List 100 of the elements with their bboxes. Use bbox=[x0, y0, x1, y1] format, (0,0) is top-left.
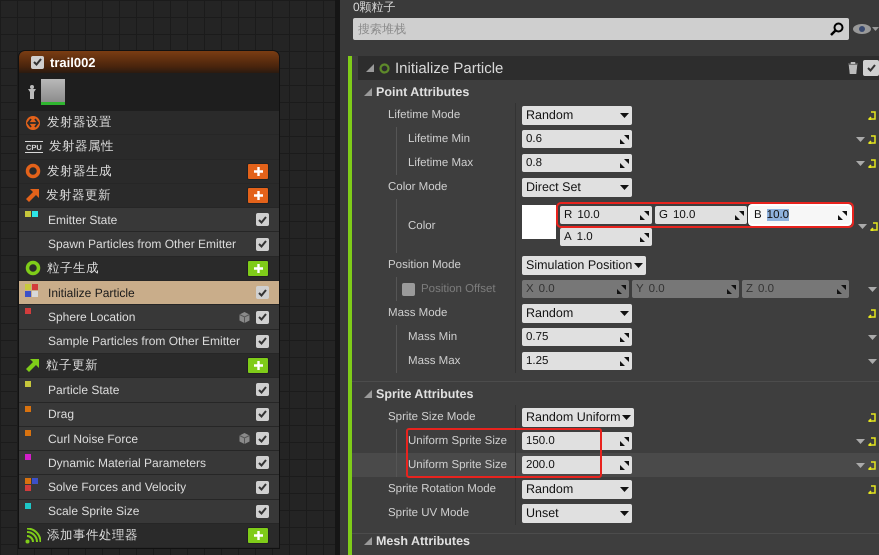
caret-icon[interactable] bbox=[868, 334, 877, 340]
number-field[interactable]: 150.0 bbox=[522, 432, 632, 450]
module-row[interactable]: Drag bbox=[19, 402, 279, 427]
number-field[interactable]: 0.8 bbox=[522, 154, 632, 172]
property-label: Position Mode bbox=[388, 259, 461, 271]
module-label: Particle State bbox=[47, 382, 120, 397]
plus-icon bbox=[252, 360, 264, 372]
number-field[interactable]: 1.25 bbox=[522, 352, 632, 370]
property-label: Position Offset bbox=[421, 283, 496, 295]
plus-icon bbox=[252, 530, 264, 542]
number-field[interactable]: R 10.0 bbox=[560, 206, 652, 224]
particle-count: 0颗粒子 bbox=[352, 0, 397, 16]
module-row[interactable]: Sphere Location bbox=[19, 305, 279, 330]
reset-arrow-icon[interactable] bbox=[868, 484, 877, 494]
module-row[interactable]: Particle State bbox=[19, 378, 279, 403]
reset-arrow-icon[interactable] bbox=[868, 158, 877, 168]
mode-dropdown[interactable]: Random bbox=[522, 106, 632, 124]
module-label: Solve Forces and Velocity bbox=[47, 480, 188, 494]
caret-icon[interactable] bbox=[856, 438, 865, 444]
add-module-button[interactable] bbox=[247, 357, 269, 374]
enable-checkbox[interactable] bbox=[256, 432, 269, 445]
caret-icon[interactable] bbox=[868, 358, 877, 364]
module-row[interactable]: Curl Noise Force bbox=[19, 426, 279, 452]
enable-checkbox[interactable] bbox=[256, 456, 269, 470]
add-module-button[interactable] bbox=[247, 162, 269, 180]
drag-handle-icon[interactable] bbox=[735, 210, 744, 220]
number-field[interactable]: 0.75 bbox=[522, 328, 632, 346]
module-row[interactable]: Spawn Particles from Other Emitter bbox=[19, 232, 279, 257]
enable-checkbox[interactable] bbox=[31, 56, 44, 68]
drag-handle-icon[interactable] bbox=[620, 460, 629, 470]
reset-arrow-icon[interactable] bbox=[868, 460, 877, 470]
module-row[interactable]: Solve Forces and Velocity bbox=[19, 475, 279, 500]
enable-checkbox[interactable] bbox=[256, 480, 269, 494]
caret-icon bbox=[620, 184, 629, 190]
module-row[interactable]: Initialize Particle bbox=[19, 281, 279, 306]
collapse-arrow-icon[interactable] bbox=[364, 390, 372, 398]
mode-dropdown[interactable]: Simulation Position bbox=[522, 256, 646, 274]
checkmark-icon bbox=[258, 386, 267, 394]
eye-icon[interactable] bbox=[853, 23, 879, 35]
collapse-arrow-icon[interactable] bbox=[364, 537, 372, 545]
caret-icon[interactable] bbox=[856, 136, 865, 142]
number-field[interactable]: 200.0 bbox=[522, 456, 632, 474]
enable-checkbox[interactable] bbox=[256, 310, 269, 324]
property-label: Sprite UV Mode bbox=[388, 507, 470, 519]
number-field[interactable]: B 10.0 bbox=[750, 206, 850, 224]
reset-arrow-icon[interactable] bbox=[870, 222, 879, 230]
section-title: Point Attributes bbox=[376, 84, 470, 98]
drag-handle-icon[interactable] bbox=[640, 232, 649, 242]
property-label: Uniform Sprite Size bbox=[408, 435, 508, 447]
search-field[interactable]: 搜索堆栈 bbox=[353, 18, 849, 40]
caret-icon bbox=[620, 310, 629, 316]
enable-checkbox[interactable] bbox=[863, 60, 879, 76]
color-swatch[interactable] bbox=[522, 205, 556, 239]
reset-arrow-icon[interactable] bbox=[868, 412, 877, 422]
drag-handle-icon[interactable] bbox=[620, 134, 629, 144]
trash-icon[interactable] bbox=[848, 62, 858, 74]
enable-checkbox[interactable] bbox=[256, 334, 269, 348]
enable-checkbox[interactable] bbox=[256, 286, 269, 300]
add-module-button[interactable] bbox=[247, 527, 269, 544]
add-module-button[interactable] bbox=[247, 260, 269, 277]
drag-handle-icon[interactable] bbox=[620, 332, 629, 342]
enable-checkbox[interactable] bbox=[256, 504, 269, 518]
mode-dropdown[interactable]: Random bbox=[522, 480, 632, 498]
enable-checkbox[interactable] bbox=[256, 383, 269, 396]
module-row[interactable]: Emitter State bbox=[19, 208, 279, 232]
reset-arrow-icon[interactable] bbox=[868, 308, 877, 318]
checkmark-icon bbox=[33, 58, 42, 66]
drag-handle-icon[interactable] bbox=[640, 210, 649, 220]
module-row[interactable]: Dynamic Material Parameters bbox=[19, 451, 279, 476]
caret-icon[interactable] bbox=[856, 160, 865, 166]
enable-checkbox[interactable] bbox=[256, 213, 269, 226]
number-field[interactable]: A 1.0 bbox=[560, 228, 652, 246]
enable-checkbox[interactable] bbox=[256, 408, 269, 421]
drag-handle-icon[interactable] bbox=[620, 356, 629, 366]
caret-icon[interactable] bbox=[858, 224, 867, 228]
drag-handle-icon[interactable] bbox=[838, 210, 847, 220]
reset-arrow-icon[interactable] bbox=[868, 110, 877, 120]
mode-dropdown[interactable]: Random Uniform bbox=[522, 408, 634, 426]
module-row[interactable]: Sample Particles from Other Emitter bbox=[19, 330, 279, 354]
search-icon[interactable] bbox=[830, 22, 844, 36]
checkmark-icon bbox=[258, 240, 267, 248]
collapse-arrow-icon[interactable] bbox=[364, 88, 372, 96]
person-icon bbox=[27, 85, 37, 99]
number-field[interactable]: 0.6 bbox=[522, 130, 632, 148]
reset-arrow-icon[interactable] bbox=[868, 134, 877, 144]
number-field[interactable]: G 10.0 bbox=[655, 206, 747, 224]
mode-dropdown[interactable]: Random bbox=[522, 304, 632, 322]
collapse-arrow-icon[interactable] bbox=[366, 64, 374, 72]
module-row[interactable]: Scale Sprite Size bbox=[19, 500, 279, 524]
node-title: trail002 bbox=[50, 54, 96, 70]
mode-dropdown[interactable]: Direct Set bbox=[522, 178, 632, 196]
add-module-button[interactable] bbox=[247, 187, 269, 204]
drag-handle-icon[interactable] bbox=[620, 436, 629, 446]
caret-icon[interactable] bbox=[856, 462, 865, 468]
mode-dropdown[interactable]: Unset bbox=[522, 504, 632, 522]
enable-checkbox[interactable] bbox=[256, 238, 269, 251]
drag-handle-icon[interactable] bbox=[620, 158, 629, 168]
reset-arrow-icon[interactable] bbox=[868, 436, 877, 446]
caret-icon bbox=[634, 262, 644, 268]
stage-label: 发射器更新 bbox=[46, 187, 112, 204]
